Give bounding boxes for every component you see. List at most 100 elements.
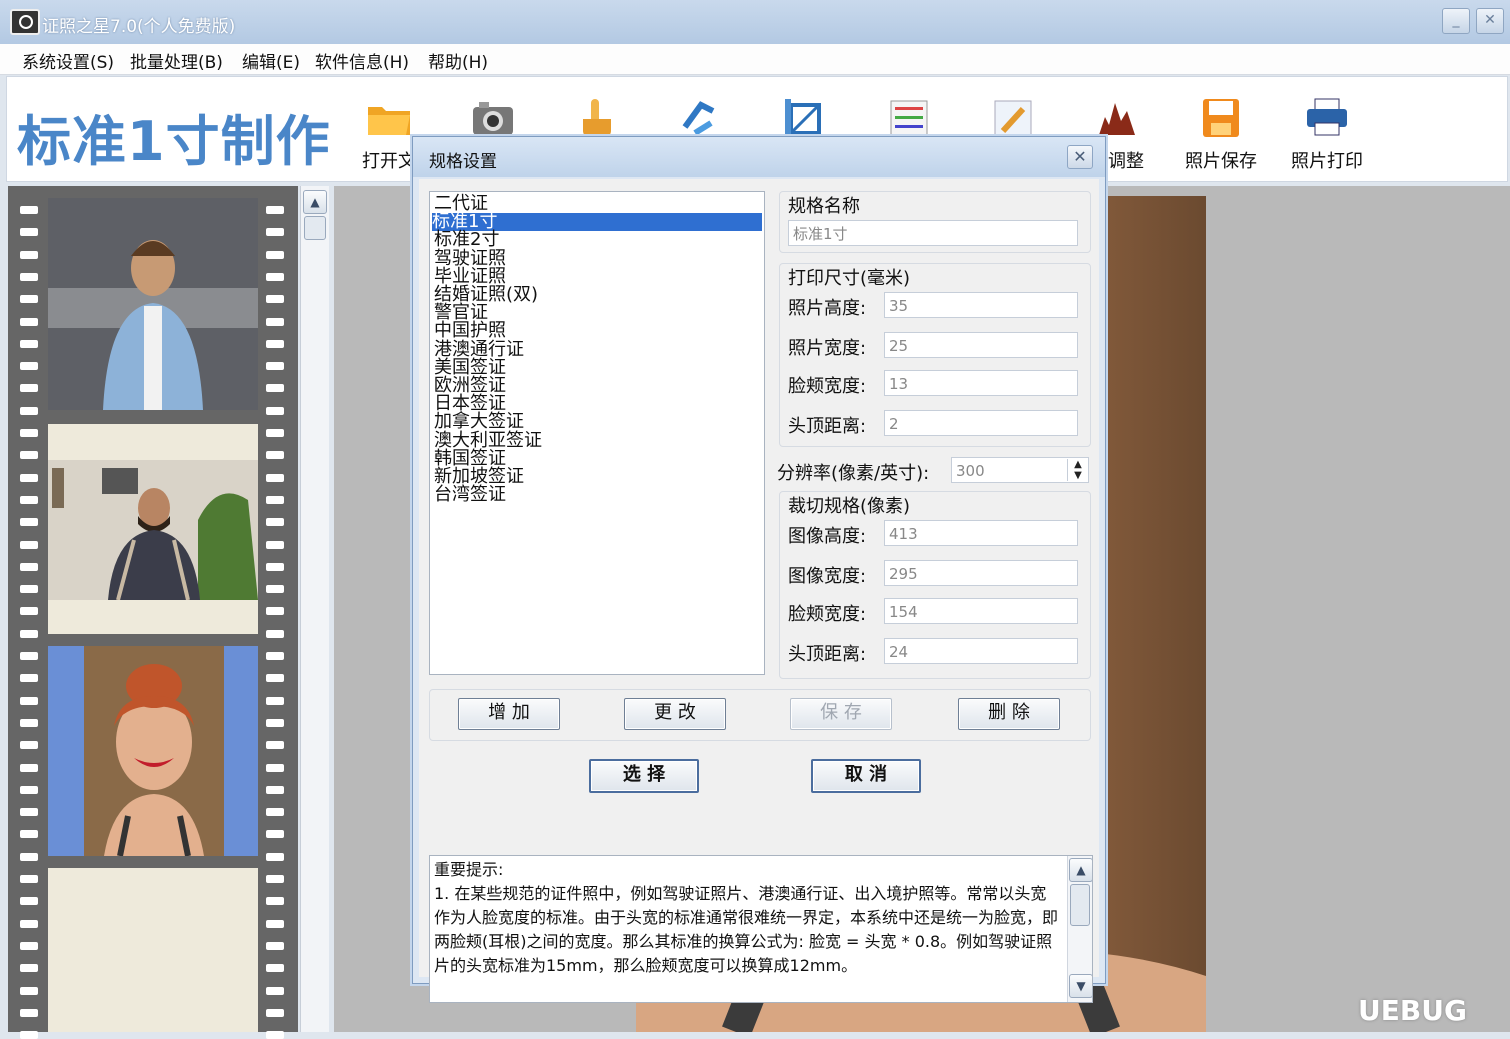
dialog-close-icon[interactable]: ✕ <box>1067 145 1093 169</box>
printer-icon <box>1307 98 1347 136</box>
film-hole <box>20 562 38 571</box>
filmstrip-scrollbar[interactable]: ▲ <box>300 186 329 1032</box>
film-hole <box>266 228 284 237</box>
film-hole <box>20 986 38 995</box>
image-width-px-field[interactable]: 295 <box>884 560 1078 586</box>
close-window-button[interactable]: ✕ <box>1476 8 1504 34</box>
film-hole <box>20 362 38 371</box>
print-size-label: 打印尺寸(毫米) <box>788 268 911 289</box>
film-hole <box>266 607 284 616</box>
film-hole <box>266 852 284 861</box>
thumbnail-photo-2[interactable] <box>48 424 258 634</box>
film-hole <box>266 763 284 772</box>
save-spec-button[interactable]: 保 存 <box>790 698 892 730</box>
face-width-px-field[interactable]: 154 <box>884 598 1078 624</box>
folder-icon <box>368 107 410 135</box>
cancel-button[interactable]: 取 消 <box>811 759 921 793</box>
menu-software-info[interactable]: 软件信息(H) <box>315 48 409 73</box>
spec-list-item[interactable]: 驾驶证照 <box>434 249 506 268</box>
notes-scrollbar[interactable]: ▲ ▼ <box>1067 856 1092 1002</box>
film-hole <box>266 964 284 973</box>
film-hole <box>266 941 284 950</box>
photo-height-mm-field[interactable]: 35 <box>884 292 1078 318</box>
film-hole <box>266 875 284 883</box>
photo-width-mm-field[interactable]: 25 <box>884 332 1078 358</box>
film-hole <box>20 585 38 594</box>
notes-text: 重要提示: 1. 在某些规范的证件照中，例如驾驶证照片、港澳通行证、出入境护照等… <box>434 860 1059 975</box>
spec-name-group: 规格名称 标准1寸 <box>779 191 1091 253</box>
film-hole <box>20 295 38 304</box>
print-photo-label: 照片打印 <box>1291 151 1363 172</box>
film-hole <box>20 339 38 348</box>
minimize-button[interactable]: _ <box>1442 8 1470 34</box>
spec-list[interactable]: 二代证 标准1寸 标准2寸 驾驶证照 毕业证照 结婚证照(双) 警官证 中国护照 港澳通行证 美国… <box>429 191 765 675</box>
film-hole <box>20 652 38 660</box>
spec-list-item[interactable]: 加拿大签证 <box>434 413 524 431</box>
dialog-titlebar: 规格设置 ✕ <box>413 137 1105 177</box>
scroll-up-arrow-icon[interactable]: ▲ <box>303 190 327 214</box>
save-icon <box>1203 99 1239 137</box>
film-hole <box>266 830 284 839</box>
notes-scroll-up-icon[interactable]: ▲ <box>1069 858 1092 882</box>
film-hole <box>20 785 38 794</box>
face-width-px-label: 脸颊宽度: <box>788 604 867 625</box>
menu-help[interactable]: 帮助(H) <box>428 48 488 73</box>
head-top-mm-field[interactable]: 2 <box>884 410 1078 436</box>
film-hole <box>266 696 284 705</box>
change-button[interactable]: 更 改 <box>624 698 726 730</box>
image-height-px-label: 图像高度: <box>788 526 867 547</box>
camera-app-icon <box>10 9 40 35</box>
scroll-thumb[interactable] <box>304 216 326 240</box>
important-notes-box[interactable]: 重要提示: 1. 在某些规范的证件照中，例如驾驶证照片、港澳通行证、出入境护照等… <box>429 855 1093 1003</box>
levels-icon <box>890 100 928 138</box>
spec-settings-dialog: 规格设置 ✕ 二代证 标准1寸 标准2寸 驾驶证照 毕业证照 结婚证照(双) 警官证 中国护照… <box>412 136 1106 1003</box>
camera-icon <box>473 102 513 135</box>
head-top-px-field[interactable]: 24 <box>884 638 1078 664</box>
edit-buttons-group: 增 加 更 改 保 存 删 除 <box>429 689 1091 741</box>
film-hole <box>20 473 38 482</box>
add-button[interactable]: 增 加 <box>458 698 560 730</box>
film-hole <box>20 540 38 549</box>
spin-arrows-icon[interactable]: ▲ ▼ <box>1067 459 1088 481</box>
spec-name-field[interactable]: 标准1寸 <box>788 220 1078 246</box>
film-hole <box>266 897 284 906</box>
spec-list-item[interactable]: 标准2寸 <box>434 231 499 249</box>
print-photo-button[interactable]: 照片打印 <box>1279 91 1375 175</box>
menu-edit[interactable]: 编辑(E) <box>242 48 300 73</box>
menu-batch[interactable]: 批量处理(B) <box>130 48 223 73</box>
spec-list-item[interactable]: 台湾签证 <box>434 486 506 504</box>
film-hole <box>20 696 38 705</box>
film-hole <box>266 473 284 482</box>
image-height-px-field[interactable]: 413 <box>884 520 1078 546</box>
thumbnail-photo-3[interactable] <box>48 646 258 856</box>
film-hole <box>20 941 38 950</box>
film-hole <box>20 852 38 861</box>
delete-button[interactable]: 删 除 <box>958 698 1060 730</box>
film-hole <box>20 495 38 504</box>
film-hole <box>20 250 38 259</box>
histogram-icon <box>1099 103 1135 135</box>
select-button[interactable]: 选 择 <box>589 759 699 793</box>
film-hole <box>20 763 38 772</box>
film-hole <box>266 272 284 281</box>
film-hole <box>266 295 284 304</box>
face-width-mm-field[interactable]: 13 <box>884 370 1078 396</box>
thumbnail-photo-1[interactable] <box>48 198 258 410</box>
save-photo-button[interactable]: 照片保存 <box>1173 91 1269 175</box>
print-size-group: 打印尺寸(毫米) 照片高度: 35 照片宽度: 25 脸颊宽度: 13 头顶距离… <box>779 263 1091 447</box>
spec-list-item[interactable]: 中国护照 <box>434 322 506 340</box>
film-hole <box>20 317 38 326</box>
brush-icon <box>994 100 1032 138</box>
film-hole <box>266 741 284 750</box>
spec-list-item[interactable]: 港澳通行证 <box>434 340 524 359</box>
film-hole <box>20 272 38 281</box>
window-title: 证照之星7.0(个人免费版) <box>42 17 236 37</box>
notes-scroll-down-icon[interactable]: ▼ <box>1069 974 1092 998</box>
spec-list-item[interactable]: 澳大利亚签证 <box>434 431 542 450</box>
film-hole <box>266 1008 284 1017</box>
film-hole <box>266 808 284 817</box>
notes-scroll-thumb[interactable] <box>1070 884 1090 926</box>
film-hole <box>20 718 38 727</box>
menu-system-settings[interactable]: 系统设置(S) <box>22 48 114 73</box>
film-hole <box>20 875 38 883</box>
